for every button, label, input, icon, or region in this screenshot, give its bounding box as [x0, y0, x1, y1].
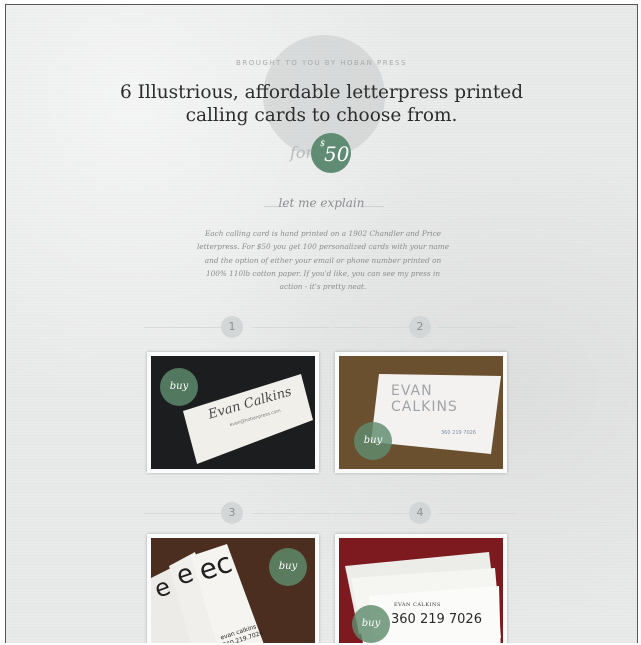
card-phone-text: 360 219 7026: [441, 430, 476, 436]
number-rule: [332, 513, 410, 514]
price-for-label: for: [290, 143, 314, 162]
headline-line-1: 6 Illustrious, affordable letterpress pr…: [119, 82, 524, 103]
buy-button-1[interactable]: buy: [160, 368, 198, 406]
product-photo-2: EVAN CALKINS 360 219 7026 buy: [339, 356, 503, 469]
card-name-line-1: EVAN: [391, 383, 433, 399]
product-photo-1: Evan Calkins evan@hobanpress.com buy: [151, 356, 315, 469]
buy-button-3[interactable]: buy: [269, 548, 307, 586]
product-card-2[interactable]: EVAN CALKINS 360 219 7026 buy: [335, 352, 507, 473]
card-phone-text: 360 219 7026: [391, 612, 482, 627]
product-card-3[interactable]: e e ec evan calkins 360.219.7026 buy: [147, 534, 319, 643]
product-card-4[interactable]: EVAN CALKINS 360 219 7026 buy: [335, 534, 507, 643]
product-card-1[interactable]: Evan Calkins evan@hobanpress.com buy: [147, 352, 319, 473]
number-rule: [252, 327, 330, 328]
brought-by-text: BROUGHT TO YOU by HOBAN PRESS: [236, 59, 407, 67]
product-photo-4: EVAN CALKINS 360 219 7026 buy: [339, 538, 503, 643]
product-number-1: 1: [221, 316, 243, 338]
card-name-block: EVAN CALKINS: [391, 383, 458, 415]
price-badge: $ 50: [311, 133, 351, 173]
number-rule: [438, 327, 516, 328]
buy-button-2[interactable]: buy: [354, 422, 392, 460]
number-rule: [252, 513, 330, 514]
explain-body: Each calling card is hand printed on a 1…: [196, 229, 450, 292]
card-name-text: EVAN CALKINS: [394, 602, 441, 608]
page-frame: BROUGHT TO YOU by HOBAN PRESS 6 Illustri…: [5, 4, 638, 643]
price-amount: 50: [324, 142, 350, 166]
number-rule: [144, 327, 222, 328]
headline-line-2: calling cards to choose from.: [185, 105, 458, 126]
product-number-3: 3: [221, 502, 243, 524]
page-headline: 6 Illustrious, affordable letterpress pr…: [116, 81, 527, 127]
number-rule: [332, 327, 410, 328]
explain-title: let me explain: [278, 196, 365, 210]
buy-button-4[interactable]: buy: [352, 605, 390, 643]
card-name-line-2: CALKINS: [391, 399, 458, 415]
number-rule: [438, 513, 516, 514]
product-number-4: 4: [409, 502, 431, 524]
product-photo-3: e e ec evan calkins 360.219.7026 buy: [151, 538, 315, 643]
number-rule: [144, 513, 222, 514]
product-number-2: 2: [409, 316, 431, 338]
